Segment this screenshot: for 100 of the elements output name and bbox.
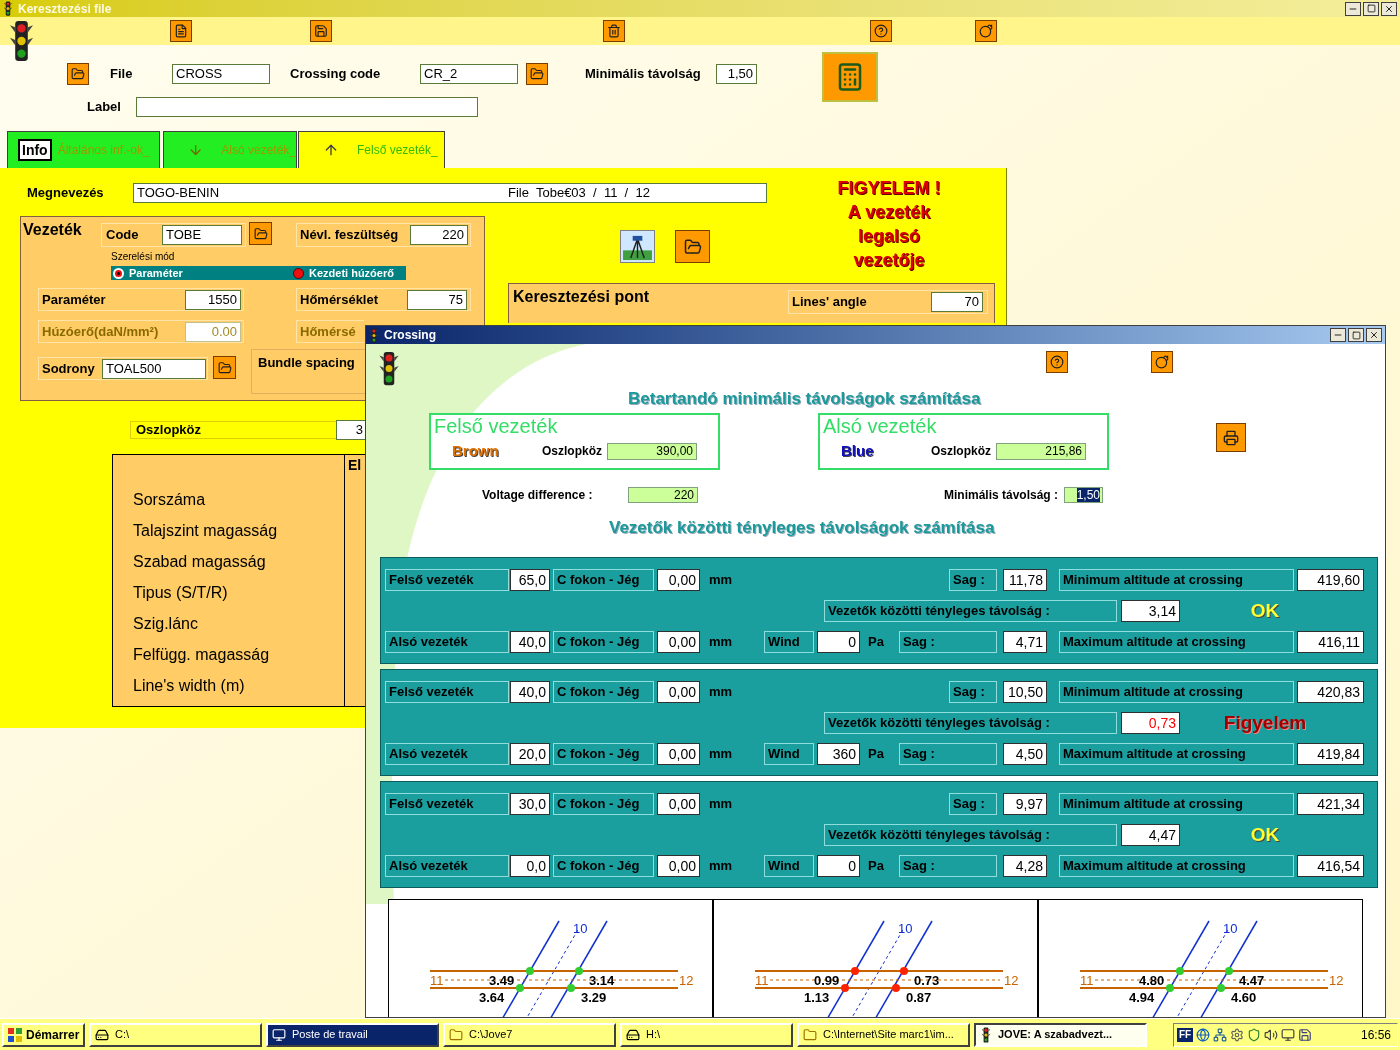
box-title: Alsó vezeték <box>822 415 938 437</box>
maximize-icon <box>1351 330 1361 340</box>
save-button[interactable] <box>310 20 332 42</box>
input-field[interactable]: 4,50 <box>1003 743 1047 765</box>
shield-icon <box>1247 1027 1262 1042</box>
maximize-button[interactable] <box>1348 328 1364 342</box>
input-field[interactable]: 421,34 <box>1297 793 1364 815</box>
input-field[interactable]: 30,0 <box>510 793 550 815</box>
exit-button[interactable] <box>975 20 997 42</box>
input-field[interactable]: 215,86 <box>996 442 1086 460</box>
delete-button[interactable] <box>603 20 625 42</box>
open-button[interactable] <box>213 356 236 379</box>
open-button[interactable] <box>526 63 548 85</box>
input-field[interactable]: 4,71 <box>1003 631 1047 653</box>
input-field[interactable]: 1550 <box>185 289 241 310</box>
input-field[interactable]: 9,97 <box>1003 793 1047 815</box>
input-field[interactable]: 11,78 <box>1003 569 1047 591</box>
speaker-icon <box>1264 1027 1279 1042</box>
field-label: Oszlopköz <box>135 421 202 440</box>
input-field[interactable]: TOAL500 <box>102 358 206 379</box>
input-field[interactable]: 4,47 <box>1121 824 1180 846</box>
input-field[interactable]: 0 <box>817 631 860 653</box>
value-label: 0.99 <box>814 973 840 988</box>
unit-label: mm <box>709 633 734 652</box>
input-field[interactable]: 419,84 <box>1297 743 1364 765</box>
status-text: Figyelem <box>1222 710 1308 735</box>
input-field[interactable]: 20,0 <box>510 743 550 765</box>
unit-label: Pa <box>868 745 885 764</box>
open-button[interactable] <box>249 222 272 245</box>
clock: 16:56 <box>1360 1026 1391 1044</box>
close-icon <box>1384 3 1394 14</box>
input-field[interactable]: 220 <box>628 487 698 503</box>
radio-label: Kezdeti húzóerő <box>309 265 394 281</box>
gear-icon <box>1230 1027 1245 1042</box>
input-field[interactable]: 3 <box>336 420 366 440</box>
help-button[interactable] <box>870 20 892 42</box>
input-field[interactable]: 420,83 <box>1297 681 1364 703</box>
input-field[interactable]: 1,50 <box>1064 487 1103 503</box>
name-field[interactable]: TOGO-BENIN File Tobe€03 / 11 / 12 <box>133 183 767 203</box>
open-button[interactable] <box>67 63 89 85</box>
input-field[interactable]: 416,54 <box>1297 855 1364 877</box>
task-button[interactable]: H:\ <box>620 1022 793 1047</box>
new-button[interactable] <box>170 20 192 42</box>
input-field[interactable]: 0,00 <box>657 631 700 653</box>
input-field[interactable]: 1,50 <box>716 64 757 84</box>
survey-button[interactable] <box>620 230 655 263</box>
print-button[interactable] <box>1216 423 1246 452</box>
input-field[interactable]: 0 <box>817 855 860 877</box>
input-field[interactable]: 70 <box>931 292 983 312</box>
field-label: Oszlopköz <box>931 443 992 461</box>
maximize-button[interactable] <box>1363 1 1379 16</box>
input-field[interactable]: 0,00 <box>657 681 700 703</box>
input-field[interactable]: 65,0 <box>510 569 550 591</box>
task-button[interactable]: Poste de travail <box>266 1022 439 1047</box>
minimize-button[interactable] <box>1345 1 1361 16</box>
task-button[interactable]: C:\Internet\Site marc1\im... <box>797 1022 970 1047</box>
input-field[interactable]: CROSS <box>172 64 270 84</box>
save-icon <box>1298 1027 1313 1042</box>
help-button[interactable] <box>1046 351 1068 373</box>
input-field[interactable]: 0,0 <box>510 855 550 877</box>
field-label: Felső vezeték <box>385 793 509 815</box>
input-field[interactable]: 3,14 <box>1121 600 1180 622</box>
tab[interactable]: Info Általános inf.-ok_ <box>7 131 160 168</box>
input-field[interactable] <box>136 97 478 117</box>
input-field[interactable]: CR_2 <box>420 64 518 84</box>
input-field[interactable]: 360 <box>817 743 860 765</box>
radio-button[interactable] <box>293 267 304 279</box>
input-field[interactable]: 10,50 <box>1003 681 1047 703</box>
field-label: C fokon - Jég <box>553 681 654 703</box>
field-label: Crossing code <box>290 65 382 84</box>
input-field[interactable]: 0,00 <box>657 569 700 591</box>
input-field[interactable]: 40,0 <box>510 631 550 653</box>
traffic-light-icon <box>3 1 13 16</box>
field-label: Maximum altitude at crossing <box>1059 743 1294 765</box>
input-field[interactable]: 0,00 <box>657 855 700 877</box>
input-field[interactable]: 0,73 <box>1121 712 1180 734</box>
folder-icon <box>217 360 232 375</box>
unit-label: mm <box>709 683 734 702</box>
start-button[interactable]: Démarrer <box>2 1022 85 1047</box>
input-field[interactable]: 390,00 <box>607 442 697 460</box>
task-button[interactable]: C:\Jove7 <box>443 1022 616 1047</box>
open-button[interactable] <box>675 230 710 263</box>
close-button[interactable] <box>1381 1 1397 16</box>
input-field[interactable]: 0,00 <box>657 793 700 815</box>
close-button[interactable] <box>1366 328 1382 342</box>
task-button[interactable]: JOVE: A szabadvezt... <box>974 1022 1147 1047</box>
input-field[interactable]: 0,00 <box>657 743 700 765</box>
input-field[interactable]: TOBE <box>162 225 242 245</box>
input-field[interactable]: 75 <box>407 289 467 310</box>
input-field[interactable]: 419,60 <box>1297 569 1364 591</box>
exit-button[interactable] <box>1151 351 1173 373</box>
task-button[interactable]: C:\ <box>89 1022 262 1047</box>
minimize-button[interactable] <box>1330 328 1346 342</box>
input-field[interactable]: 220 <box>410 225 468 245</box>
drive-icon <box>626 1027 640 1042</box>
calculate-button[interactable] <box>822 52 878 102</box>
input-field[interactable]: 40,0 <box>510 681 550 703</box>
input-field[interactable]: 416,11 <box>1297 631 1364 653</box>
row-label: Szig.lánc <box>133 614 199 634</box>
input-field[interactable]: 4,28 <box>1003 855 1047 877</box>
